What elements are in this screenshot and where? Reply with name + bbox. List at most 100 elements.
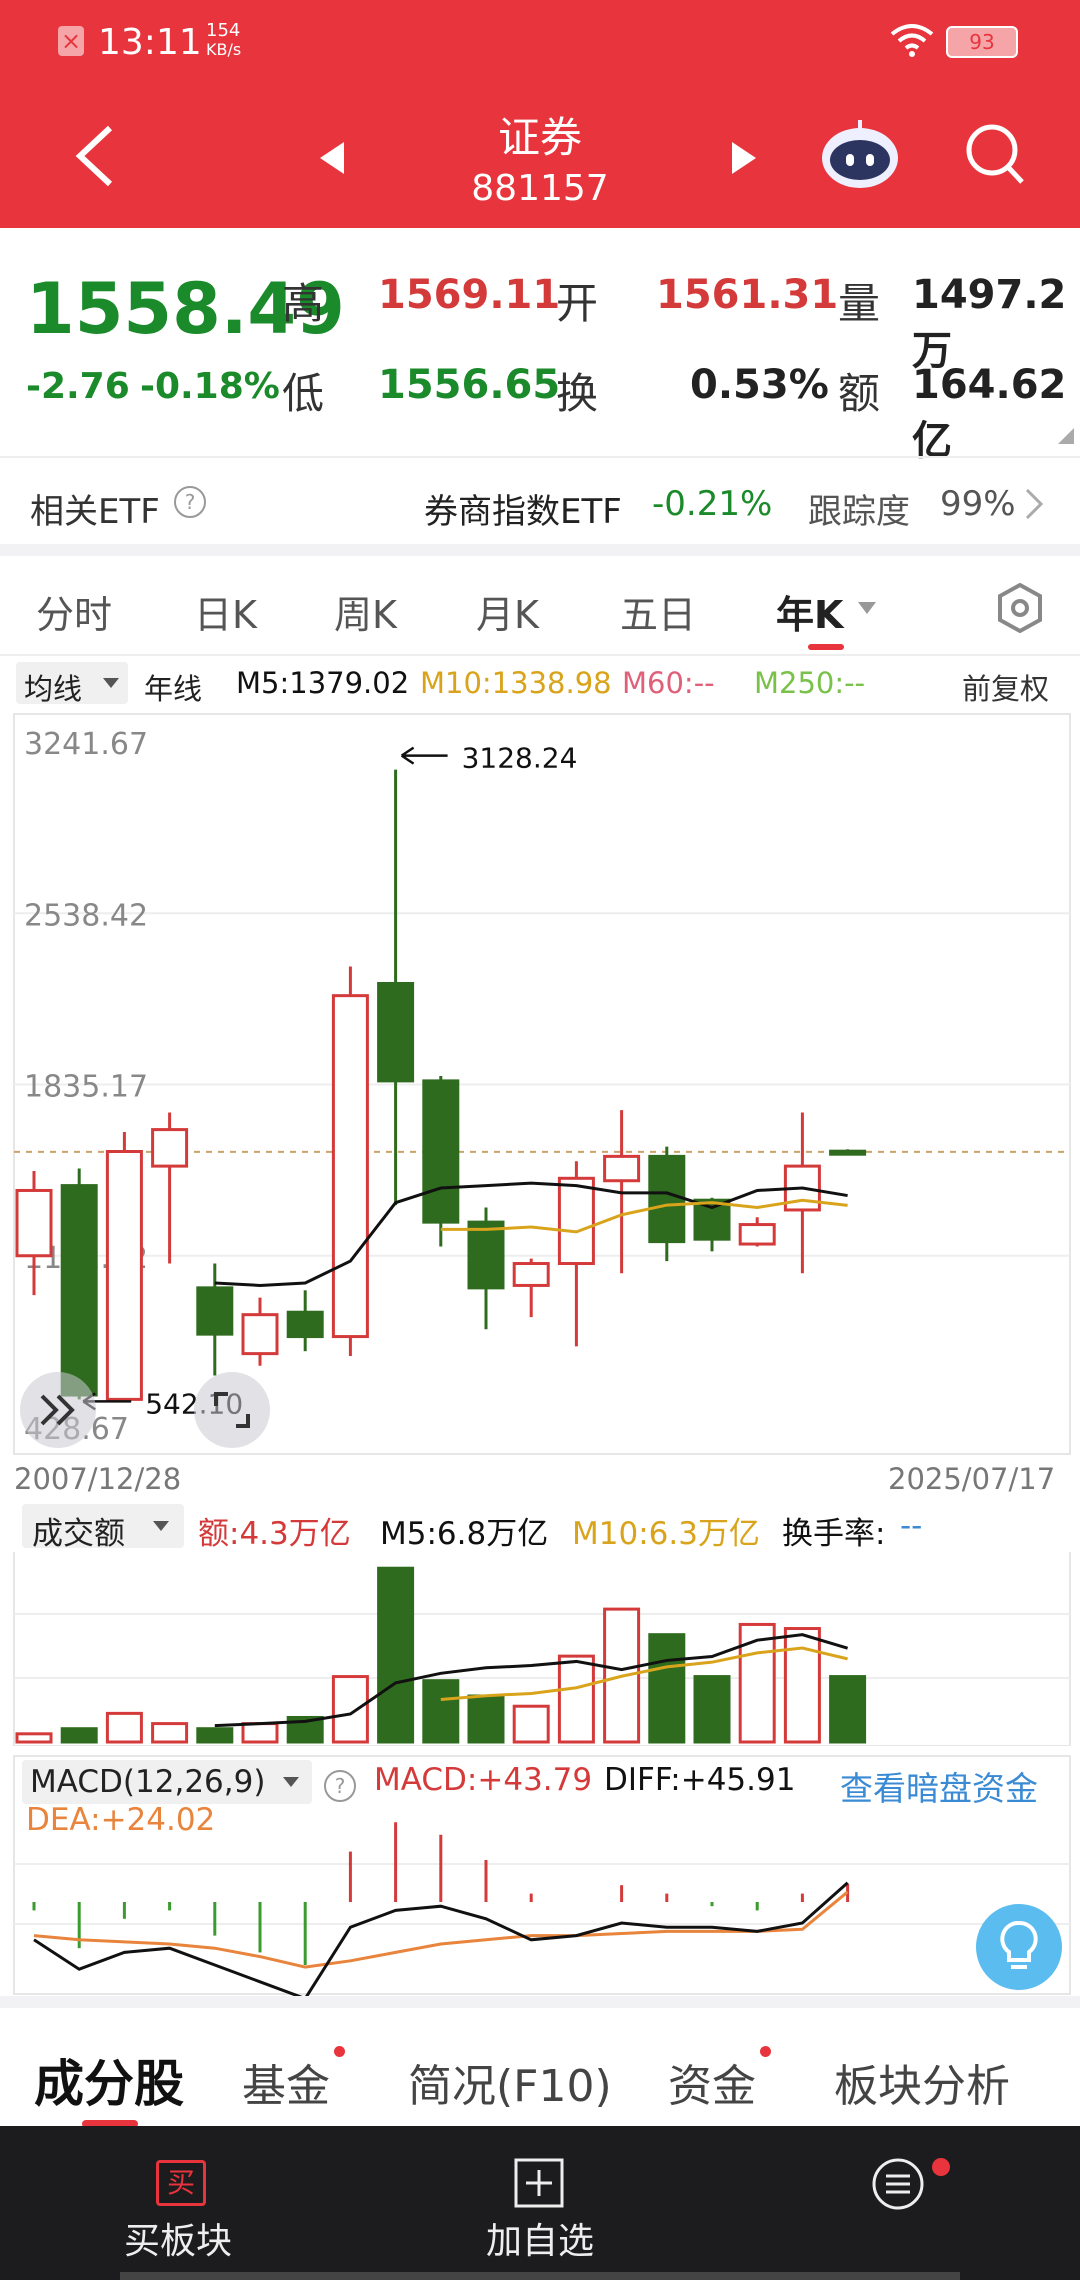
search-icon[interactable] <box>964 122 1026 186</box>
robot-assistant-icon[interactable] <box>818 116 902 192</box>
tab-sector-analysis[interactable]: 板块分析 <box>834 2050 1010 2114</box>
ma-dropdown-icon <box>103 678 119 688</box>
corner-arrow-icon <box>1058 428 1074 444</box>
tab-monthly-k[interactable]: 月K <box>476 584 539 639</box>
volume-value: 1497.2万 <box>912 272 1067 374</box>
period-tabs: 分时 日K 周K 月K 五日 年K <box>0 556 1080 656</box>
max-label: 3128.24 <box>462 742 578 775</box>
prev-stock-icon[interactable] <box>318 140 346 176</box>
tab-profile-f10[interactable]: 简况(F10) <box>408 2050 612 2114</box>
max-arrow <box>400 746 448 765</box>
lightbulb-icon <box>1000 1921 1038 1969</box>
amount-label: 额 <box>838 369 881 418</box>
stock-code: 881157 <box>471 168 609 209</box>
candle-body <box>151 1128 189 1168</box>
help-icon[interactable]: ? <box>174 486 206 518</box>
tab-intraday[interactable]: 分时 <box>36 584 112 639</box>
menu-badge <box>932 2158 950 2176</box>
turnover-rate-value: -- <box>900 1508 923 1544</box>
amount-value: 164.62亿 <box>912 362 1067 464</box>
macd-frame <box>13 1755 1071 1995</box>
volume-bar <box>512 1704 550 1744</box>
ma250-value: M250:-- <box>754 666 866 700</box>
related-etf-row[interactable]: 相关ETF ? 券商指数ETF -0.21% 跟踪度 99% <box>0 462 1080 544</box>
volume-dropdown-icon <box>153 1521 169 1531</box>
candle-body <box>377 981 415 1083</box>
fullscreen-icon <box>214 1392 250 1428</box>
buy-sector-button[interactable]: 买 买板块 <box>100 2126 280 2276</box>
add-watchlist-button[interactable]: 加自选 <box>460 2126 640 2276</box>
adjust-mode[interactable]: 前复权 <box>962 666 1049 708</box>
y-axis-label: 1835.17 <box>24 1070 148 1105</box>
candle-body <box>286 1310 324 1339</box>
etf-label: 相关ETF <box>30 492 160 532</box>
macd-chart[interactable] <box>0 1752 1080 1996</box>
volume-bar <box>467 1694 505 1744</box>
volume-chart[interactable] <box>0 1552 1080 1746</box>
ma-type-selector[interactable]: 均线 <box>16 662 128 706</box>
bottom-nav: 买 买板块 加自选 <box>0 2126 1080 2280</box>
next-stock-icon[interactable] <box>730 140 758 176</box>
stock-title: 证券 <box>497 113 582 162</box>
kline-chart[interactable]: 3241.672538.421835.171131.92428.673128.2… <box>0 712 1080 1502</box>
tab-capital[interactable]: 资金 <box>668 2050 756 2114</box>
active-tab-indicator <box>808 644 844 650</box>
volume-label: 量 <box>838 279 881 328</box>
ma10-value: M10:1338.98 <box>420 666 612 700</box>
candle-body <box>196 1286 234 1336</box>
tab-daily-k[interactable]: 日K <box>194 584 257 639</box>
tabs-divider <box>0 654 1080 656</box>
menu-icon <box>872 2158 924 2210</box>
open-label: 开 <box>556 279 599 328</box>
high-label: 高 <box>282 279 325 328</box>
candle-body <box>60 1184 98 1397</box>
detail-tabs: 成分股 基金 简况(F10) 资金 板块分析 <box>0 2008 1080 2128</box>
wifi-icon <box>890 24 934 57</box>
volume-bar <box>196 1727 234 1744</box>
volume-bar <box>693 1675 731 1744</box>
low-value: 1556.65 <box>378 362 561 408</box>
more-menu-button[interactable] <box>860 2126 980 2276</box>
ma5-value: M5:1379.02 <box>236 666 410 700</box>
candle-body <box>15 1188 53 1258</box>
tab-yearly-k[interactable]: 年K <box>776 584 843 639</box>
tab-funds[interactable]: 基金 <box>242 2050 330 2114</box>
candle-body <box>467 1220 505 1290</box>
battery-icon: 93 <box>946 26 1018 58</box>
volume-selector[interactable]: 成交额 <box>22 1504 184 1552</box>
dropdown-icon[interactable] <box>856 600 878 616</box>
track-label: 跟踪度 <box>808 492 910 532</box>
settings-icon[interactable] <box>994 582 1046 634</box>
y-axis-label: 2538.42 <box>24 898 148 933</box>
chevron-right-icon <box>1025 488 1044 520</box>
volume-bar <box>60 1727 98 1744</box>
tip-button[interactable] <box>976 1904 1062 1990</box>
notification-icon: × <box>58 26 84 56</box>
divider <box>0 456 1080 458</box>
candle-body <box>331 994 369 1339</box>
back-icon[interactable] <box>72 124 116 188</box>
etf-change: -0.21% <box>652 484 773 524</box>
buy-icon-glyph: 买 <box>166 2166 195 2199</box>
volume-bar <box>105 1711 143 1744</box>
candle-body <box>241 1313 279 1356</box>
candle-body <box>557 1176 595 1266</box>
volume-bar <box>648 1633 686 1744</box>
volume-amount: 额:4.3万亿 <box>198 1516 351 1552</box>
candle-body <box>512 1262 550 1287</box>
y-axis-label: 3241.67 <box>24 727 148 762</box>
track-value: 99% <box>940 484 1016 524</box>
net-speed-unit: KB/s <box>206 40 242 59</box>
battery-level: 93 <box>969 30 995 54</box>
volume-bar <box>829 1675 867 1744</box>
net-speed-value: 154 <box>206 20 241 41</box>
volume-bar <box>15 1732 53 1744</box>
double-chevron-icon <box>40 1394 75 1426</box>
volume-m10: M10:6.3万亿 <box>572 1516 760 1552</box>
buy-sector-label: 买板块 <box>124 2221 233 2262</box>
tab-five-day[interactable]: 五日 <box>620 584 696 639</box>
ma60-value: M60:-- <box>622 666 715 700</box>
tab-constituents[interactable]: 成分股 <box>34 2044 184 2116</box>
tab-weekly-k[interactable]: 周K <box>334 584 397 639</box>
volume-bar <box>738 1622 776 1744</box>
